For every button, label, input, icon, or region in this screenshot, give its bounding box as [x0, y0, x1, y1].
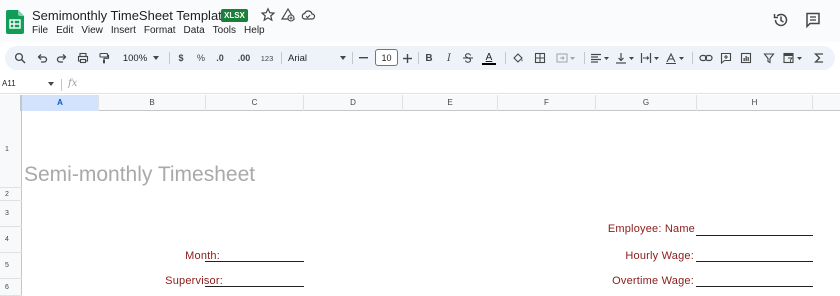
merge-cells-icon[interactable] — [554, 49, 578, 67]
supervisor-field[interactable] — [205, 286, 304, 287]
zoom-value: 100% — [122, 52, 148, 64]
filter-views-icon[interactable] — [782, 49, 804, 67]
toolbar-divider — [281, 52, 282, 64]
sheet-grid[interactable]: Semi-monthly Timesheet Month: Supervisor… — [22, 111, 840, 296]
move-to-folder-icon[interactable] — [280, 7, 296, 23]
text-wrapping-icon[interactable] — [639, 49, 661, 67]
font-size-input[interactable]: 10 — [375, 49, 398, 66]
row-headers: 1 2 3 4 5 6 — [0, 111, 22, 296]
column-header-f[interactable]: F — [498, 95, 596, 111]
formula-bar-divider — [61, 79, 62, 91]
font-family-value: Arial — [288, 52, 308, 64]
insert-chart-icon[interactable] — [739, 49, 753, 67]
insert-comment-icon[interactable] — [719, 49, 733, 67]
font-family-select[interactable]: Arial — [288, 49, 346, 67]
select-all-corner[interactable] — [0, 95, 22, 111]
column-header-e[interactable]: E — [403, 95, 498, 111]
row-header-3[interactable]: 3 — [0, 201, 22, 227]
toolbar: 100% $ % .0 .00 123 Arial 10 B I A — [5, 46, 835, 70]
hourly-wage-label: Hourly Wage: — [625, 250, 694, 262]
menu-format[interactable]: Format — [144, 25, 176, 36]
toolbar-divider — [352, 52, 353, 64]
chevron-down-icon[interactable] — [48, 82, 54, 86]
file-type-badge: XLSX — [221, 9, 248, 22]
toolbar-divider — [692, 52, 693, 64]
bold-button[interactable]: B — [423, 49, 435, 67]
column-header-h[interactable]: H — [697, 95, 813, 111]
borders-icon[interactable] — [533, 49, 547, 67]
horizontal-align-icon[interactable] — [589, 49, 611, 67]
strikethrough-icon[interactable] — [461, 49, 475, 67]
formula-bar: A11 fx — [0, 76, 840, 94]
percent-format-button[interactable]: % — [195, 49, 207, 67]
row-header-2[interactable]: 2 — [0, 188, 22, 201]
menu-edit[interactable]: Edit — [56, 25, 73, 36]
redo-icon[interactable] — [55, 49, 69, 67]
paint-format-icon[interactable] — [97, 49, 111, 67]
more-formats-button[interactable]: 123 — [259, 49, 275, 67]
chevron-down-icon — [153, 56, 160, 60]
increase-decimal-button[interactable]: .00 — [233, 49, 255, 67]
functions-icon[interactable] — [812, 49, 826, 67]
text-rotation-icon[interactable] — [664, 49, 686, 67]
employee-name-field[interactable] — [696, 235, 813, 236]
column-header-c[interactable]: C — [206, 95, 304, 111]
version-history-icon[interactable] — [772, 11, 790, 29]
column-header-b[interactable]: B — [99, 95, 206, 111]
menu-file[interactable]: File — [32, 25, 48, 36]
menu-insert[interactable]: Insert — [111, 25, 136, 36]
undo-icon[interactable] — [35, 49, 49, 67]
title-bar: Semimonthly TimeSheet Template XLSX File… — [0, 0, 840, 42]
sheets-logo-icon[interactable] — [6, 10, 24, 34]
timesheet-title: Semi-monthly Timesheet — [24, 163, 256, 186]
menu-data[interactable]: Data — [184, 25, 205, 36]
employee-name-label: Employee: Name — [607, 223, 695, 235]
text-color-swatch — [482, 62, 496, 65]
search-menus-icon[interactable] — [13, 49, 27, 67]
overtime-wage-field[interactable] — [696, 286, 813, 287]
month-field[interactable] — [205, 261, 304, 262]
cloud-saved-icon[interactable] — [300, 7, 316, 23]
row-header-4[interactable]: 4 — [0, 227, 22, 253]
insert-link-icon[interactable] — [699, 49, 713, 67]
overtime-wage-label: Overtime Wage: — [612, 275, 694, 287]
currency-format-button[interactable]: $ — [175, 49, 187, 67]
increase-font-size-icon[interactable] — [401, 49, 413, 67]
menu-view[interactable]: View — [81, 25, 103, 36]
column-header-d[interactable]: D — [304, 95, 403, 111]
row-header-6[interactable]: 6 — [0, 279, 22, 296]
hourly-wage-field[interactable] — [696, 261, 813, 262]
decrease-decimal-button[interactable]: .0 — [212, 49, 228, 67]
filter-icon[interactable] — [762, 49, 776, 67]
menu-tools[interactable]: Tools — [213, 25, 236, 36]
text-color-button[interactable]: A — [481, 49, 497, 67]
toolbar-divider — [584, 52, 585, 64]
fill-color-icon[interactable] — [511, 49, 525, 67]
chevron-down-icon — [340, 56, 346, 60]
italic-button[interactable]: I — [443, 49, 455, 67]
column-header-a[interactable]: A — [22, 95, 99, 111]
increase-decimal-label: .00 — [237, 53, 251, 63]
star-icon[interactable] — [260, 7, 276, 23]
text-color-label: A — [485, 51, 493, 63]
column-header-i[interactable] — [813, 95, 840, 111]
row-header-1[interactable]: 1 — [0, 111, 22, 188]
toolbar-divider — [418, 52, 419, 64]
decrease-font-size-icon[interactable] — [357, 49, 369, 67]
vertical-align-icon[interactable] — [614, 49, 636, 67]
decrease-decimal-label: .0 — [216, 53, 224, 63]
menu-help[interactable]: Help — [244, 25, 265, 36]
row-header-5[interactable]: 5 — [0, 253, 22, 279]
menu-bar: File Edit View Insert Format Data Tools … — [32, 25, 273, 36]
column-headers: A B C D E F G H — [0, 95, 840, 111]
toolbar-divider — [169, 52, 170, 64]
zoom-select[interactable]: 100% — [121, 49, 161, 67]
comments-icon[interactable] — [804, 11, 822, 29]
print-icon[interactable] — [76, 49, 90, 67]
column-header-g[interactable]: G — [596, 95, 697, 111]
fx-icon: fx — [68, 78, 78, 89]
toolbar-divider — [505, 52, 506, 64]
name-box[interactable]: A11 — [2, 79, 16, 88]
document-title[interactable]: Semimonthly TimeSheet Template — [32, 8, 229, 23]
